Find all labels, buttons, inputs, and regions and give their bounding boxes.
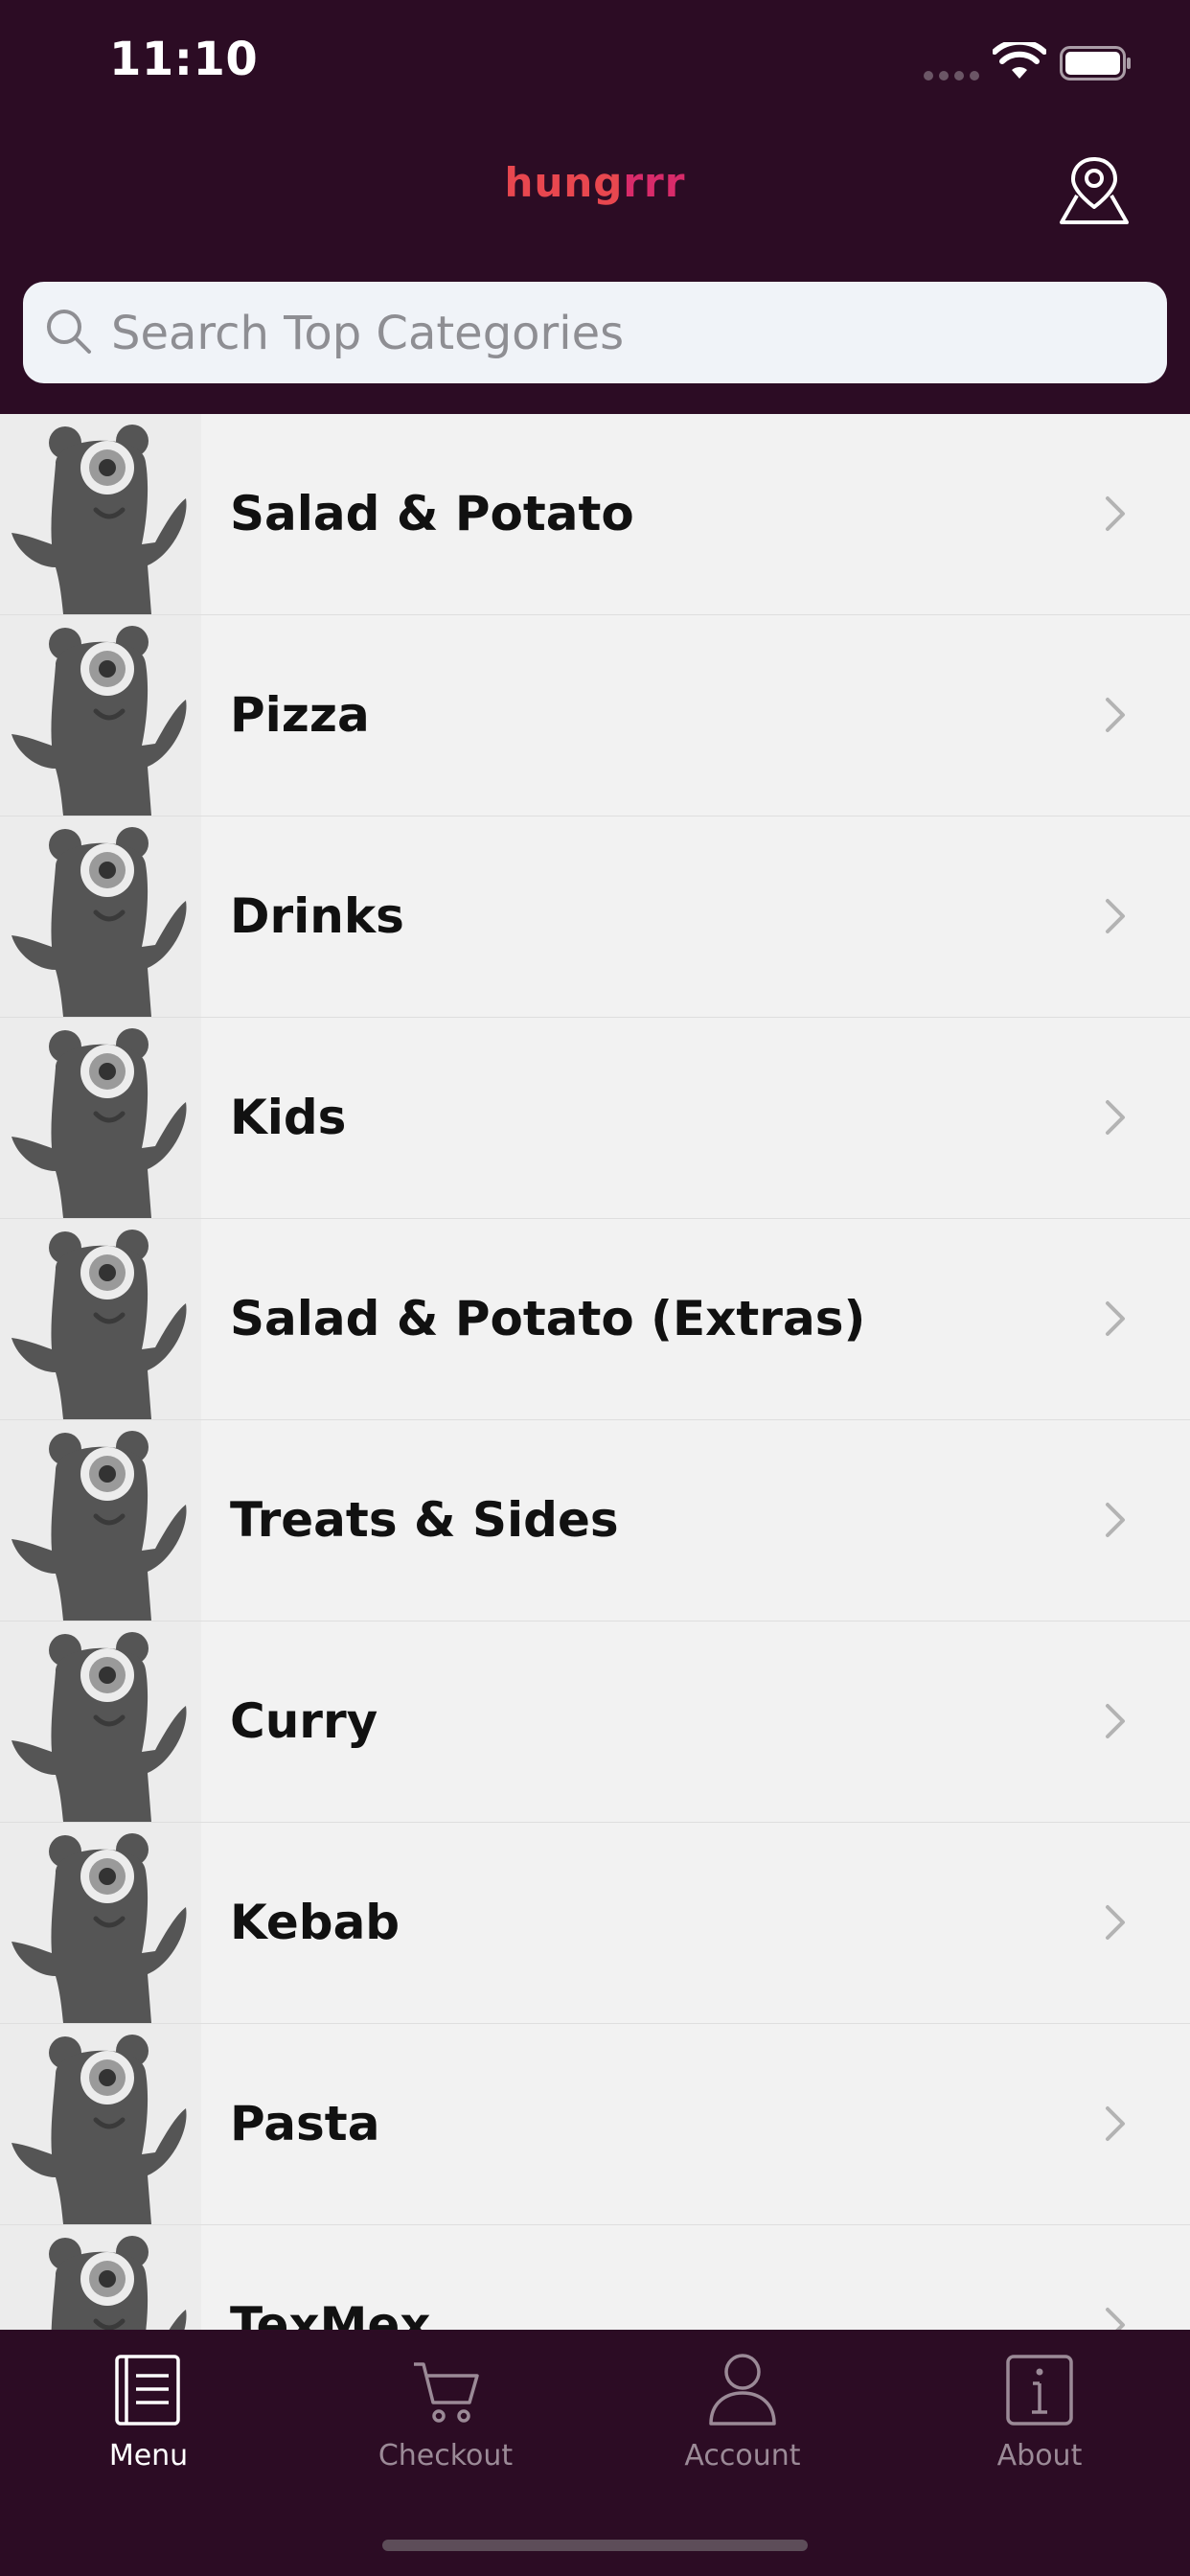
chevron-right-icon xyxy=(1106,496,1125,531)
category-label: Kids xyxy=(230,1090,347,1145)
mascot-icon xyxy=(11,1028,187,1218)
chevron-right-icon xyxy=(1106,1100,1125,1135)
category-label: Pizza xyxy=(230,687,370,743)
category-thumbnail xyxy=(0,414,201,614)
category-label: Curry xyxy=(230,1693,378,1749)
mascot-icon xyxy=(11,827,187,1017)
category-row[interactable]: Curry xyxy=(0,1622,1190,1823)
map-pin-icon[interactable] xyxy=(1054,153,1134,226)
category-thumbnail xyxy=(0,816,201,1017)
category-label: Salad & Potato xyxy=(230,486,634,541)
category-list[interactable]: Salad & Potato Pizza Drinks Kids Salad & Pot… xyxy=(0,414,1190,2330)
tab-label-menu: Menu xyxy=(108,2439,189,2472)
app-logo: hungrrr xyxy=(504,159,686,206)
category-label: Treats & Sides xyxy=(230,1492,619,1548)
category-label: Salad & Potato (Extras) xyxy=(230,1291,866,1346)
category-label: TexMex xyxy=(230,2297,431,2330)
mascot-icon xyxy=(49,2236,187,2330)
category-row[interactable]: Pasta xyxy=(0,2024,1190,2225)
mascot-icon xyxy=(11,1632,187,1822)
tab-label-account: Account xyxy=(684,2439,801,2472)
chevron-right-icon xyxy=(1106,899,1125,933)
category-row[interactable]: TexMex xyxy=(0,2225,1190,2330)
person-icon xyxy=(709,2354,776,2426)
signal-icon xyxy=(924,71,981,82)
category-thumbnail xyxy=(0,615,201,816)
info-icon xyxy=(1006,2355,1073,2426)
category-thumbnail xyxy=(0,2024,201,2224)
category-label: Pasta xyxy=(230,2096,380,2151)
search-bar[interactable] xyxy=(23,282,1167,385)
category-row[interactable]: Salad & Potato xyxy=(0,414,1190,615)
search-icon xyxy=(47,310,91,354)
cart-icon xyxy=(414,2362,479,2423)
mascot-icon xyxy=(11,626,187,816)
chevron-right-icon xyxy=(1106,1905,1125,1940)
category-row[interactable]: Pizza xyxy=(0,615,1190,816)
tab-checkout[interactable]: Checkout xyxy=(297,2330,594,2521)
battery-icon xyxy=(1060,46,1131,80)
tab-label-checkout: Checkout xyxy=(378,2439,514,2472)
chevron-right-icon xyxy=(1106,698,1125,732)
category-thumbnail xyxy=(0,1823,201,2023)
category-thumbnail xyxy=(0,1219,201,1419)
tab-label-about: About xyxy=(996,2439,1083,2472)
category-row[interactable]: Treats & Sides xyxy=(0,1420,1190,1622)
category-row[interactable]: Drinks xyxy=(0,816,1190,1018)
chevron-right-icon xyxy=(1106,1704,1125,1738)
mascot-icon xyxy=(11,425,187,614)
category-thumbnail xyxy=(0,1420,201,1621)
category-thumbnail xyxy=(0,1622,201,1822)
category-thumbnail xyxy=(0,1018,201,1218)
chevron-right-icon xyxy=(1106,2106,1125,2141)
category-thumbnail xyxy=(0,2225,201,2330)
tab-about[interactable]: About xyxy=(891,2330,1188,2521)
mascot-icon xyxy=(11,1431,187,1621)
mascot-icon xyxy=(11,2035,187,2224)
tab-menu[interactable]: Menu xyxy=(0,2330,297,2521)
category-row[interactable]: Kids xyxy=(0,1018,1190,1219)
mascot-icon xyxy=(11,1230,187,1419)
wifi-icon xyxy=(993,42,1046,79)
chevron-right-icon xyxy=(1106,1503,1125,1537)
chevron-right-icon xyxy=(1106,2308,1125,2330)
category-label: Drinks xyxy=(230,888,404,944)
search-input[interactable] xyxy=(109,282,1148,385)
tab-account[interactable]: Account xyxy=(594,2330,891,2521)
mascot-icon xyxy=(11,1833,187,2023)
header: 11:10 hungrrr xyxy=(0,0,1190,414)
chevron-right-icon xyxy=(1106,1301,1125,1336)
category-label: Kebab xyxy=(230,1895,400,1950)
home-indicator xyxy=(382,2540,808,2551)
status-time: 11:10 xyxy=(109,33,259,86)
category-row[interactable]: Salad & Potato (Extras) xyxy=(0,1219,1190,1420)
category-row[interactable]: Kebab xyxy=(0,1823,1190,2024)
menu-book-icon xyxy=(115,2355,180,2426)
